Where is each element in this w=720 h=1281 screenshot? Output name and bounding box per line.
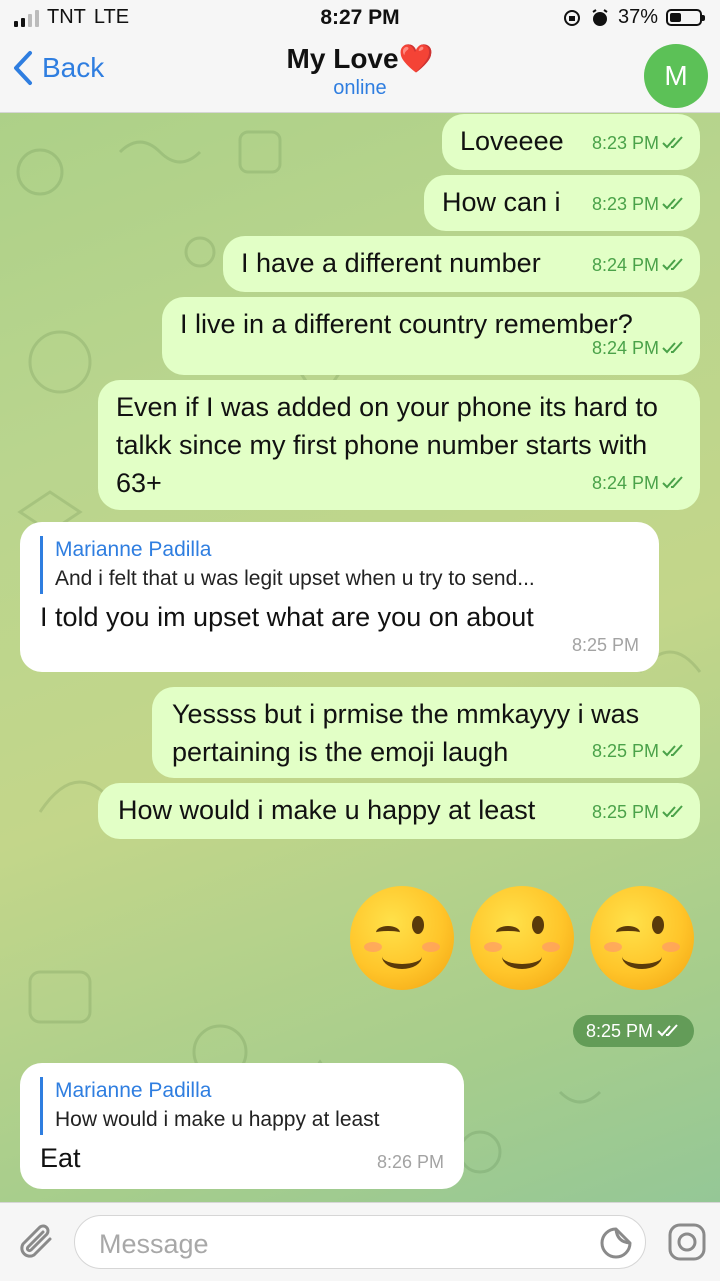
sticker-icon[interactable] <box>599 1226 633 1260</box>
double-check-icon <box>662 805 683 818</box>
message-meta: 8:23 PM <box>592 185 686 223</box>
message-bubble-outgoing[interactable]: Loveeee 8:23 PM <box>442 114 700 170</box>
chat-header: Back My Love❤️ online M <box>0 36 720 113</box>
message-time: 8:25 PM <box>571 635 639 655</box>
double-check-icon <box>657 1024 678 1037</box>
message-bubble-outgoing[interactable]: Even if I was added on your phone its ha… <box>98 380 700 510</box>
message-composer <box>0 1202 720 1281</box>
message-bubble-outgoing[interactable]: How can i 8:23 PM <box>424 175 700 231</box>
message-bubble-incoming[interactable]: Marianne Padilla How would i make u happ… <box>20 1063 464 1189</box>
message-text: I told you im upset what are you on abou… <box>40 602 534 632</box>
message-time: 8:25 PM <box>591 802 659 822</box>
message-time: 8:24 PM <box>591 255 659 275</box>
message-bubble-outgoing[interactable]: I have a different number 8:24 PM <box>223 236 700 292</box>
message-meta: 8:24 PM <box>592 464 686 502</box>
double-check-icon <box>662 744 683 757</box>
message-bubble-incoming[interactable]: Marianne Padilla And i felt that u was l… <box>20 522 659 672</box>
chat-title: My Love❤️ <box>286 43 434 74</box>
message-bubble-outgoing[interactable]: How would i make u happy at least 8:25 P… <box>98 783 700 839</box>
alarm-icon <box>592 8 608 26</box>
message-input-box[interactable] <box>74 1215 646 1269</box>
reply-author: Marianne Padilla <box>55 1079 212 1102</box>
double-check-icon <box>662 341 683 354</box>
chat-title-block[interactable]: My Love❤️ online <box>0 42 720 100</box>
double-check-icon <box>662 258 683 271</box>
message-meta: 8:24 PM <box>592 329 686 367</box>
message-time: 8:24 PM <box>591 473 659 493</box>
message-time: 8:23 PM <box>591 194 659 214</box>
camera-icon[interactable] <box>666 1221 708 1263</box>
message-meta: 8:25 PM <box>592 732 686 770</box>
winking-face-emoji-icon <box>470 886 574 990</box>
message-bubble-outgoing[interactable]: I live in a different country remember? … <box>162 297 700 375</box>
message-input[interactable] <box>97 1228 581 1261</box>
message-time: 8:26 PM <box>376 1152 444 1172</box>
battery-percent: 37% <box>617 6 658 28</box>
message-time: 8:24 PM <box>591 338 659 358</box>
status-bar: TNT LTE 8:27 PM 37% <box>0 0 720 36</box>
message-meta: 8:24 PM <box>592 246 686 284</box>
message-time: 8:23 PM <box>591 133 659 153</box>
winking-face-emoji-icon <box>350 886 454 990</box>
winking-face-emoji-icon <box>590 886 694 990</box>
reply-preview[interactable]: Marianne Padilla How would i make u happ… <box>40 1077 448 1135</box>
message-meta: 8:23 PM <box>592 124 686 162</box>
reply-preview[interactable]: Marianne Padilla And i felt that u was l… <box>40 536 643 594</box>
paperclip-icon[interactable] <box>16 1219 58 1265</box>
message-time: 8:25 PM <box>585 1020 654 1041</box>
chat-status: online <box>333 77 387 99</box>
message-meta: 8:26 PM <box>377 1143 444 1181</box>
status-right: 37% <box>562 6 705 29</box>
double-check-icon <box>662 476 683 489</box>
emoji-message-meta: 8:25 PM <box>573 1015 694 1047</box>
orientation-lock-icon <box>563 9 580 26</box>
avatar[interactable]: M <box>644 44 708 108</box>
message-meta: 8:25 PM <box>592 793 686 831</box>
reply-text: How would i make u happy at least <box>55 1108 380 1131</box>
reply-text: And i felt that u was legit upset when u… <box>55 567 535 590</box>
battery-icon <box>666 9 705 26</box>
message-time: 8:25 PM <box>591 741 659 761</box>
message-text: Yessss but i prmise the mmkayyy i was pe… <box>172 699 640 767</box>
message-bubble-outgoing[interactable]: Yessss but i prmise the mmkayyy i was pe… <box>152 687 700 778</box>
reply-author: Marianne Padilla <box>55 538 212 561</box>
double-check-icon <box>662 136 683 149</box>
double-check-icon <box>662 197 683 210</box>
message-meta: 8:25 PM <box>572 626 639 664</box>
